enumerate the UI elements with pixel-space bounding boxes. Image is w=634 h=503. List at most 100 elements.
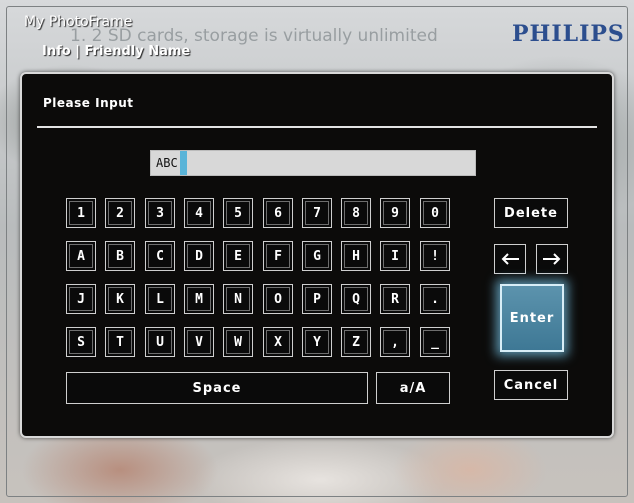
philips-logo: PHILIPS [512, 21, 625, 47]
key-label: B [116, 248, 124, 264]
key-label: , [391, 334, 399, 350]
key-2-8[interactable]: R [380, 284, 410, 314]
key-label: 6 [274, 205, 282, 221]
key-label: W [234, 334, 242, 350]
key-label: U [156, 334, 164, 350]
arrow-left-icon [501, 253, 519, 265]
key-label: C [156, 248, 164, 264]
key-0-7[interactable]: 8 [341, 198, 371, 228]
key-label: 5 [234, 205, 242, 221]
key-label: G [313, 248, 321, 264]
key-label: L [156, 291, 164, 307]
key-1-9[interactable]: ! [420, 241, 450, 271]
key-2-6[interactable]: P [302, 284, 332, 314]
space-key-label: Space [192, 380, 242, 396]
text-cursor [179, 151, 187, 175]
key-1-7[interactable]: H [341, 241, 371, 271]
key-label: R [391, 291, 399, 307]
input-value: ABC [156, 156, 178, 170]
key-label: H [352, 248, 360, 264]
key-label: P [313, 291, 321, 307]
key-0-6[interactable]: 7 [302, 198, 332, 228]
key-0-2[interactable]: 3 [145, 198, 175, 228]
key-label: Y [313, 334, 321, 350]
cancel-button[interactable]: Cancel [494, 370, 568, 400]
key-label: 9 [391, 205, 399, 221]
dialog-title: Please Input [43, 96, 134, 110]
key-0-4[interactable]: 5 [223, 198, 253, 228]
key-label: A [77, 248, 85, 264]
key-2-9[interactable]: . [420, 284, 450, 314]
delete-button[interactable]: Delete [494, 198, 568, 228]
key-3-1[interactable]: T [105, 327, 135, 357]
key-label: Q [352, 291, 360, 307]
key-1-1[interactable]: B [105, 241, 135, 271]
key-label: _ [431, 334, 439, 350]
key-3-5[interactable]: X [263, 327, 293, 357]
breadcrumb: Info | Friendly Name [42, 44, 191, 59]
key-2-0[interactable]: J [66, 284, 96, 314]
key-label: V [195, 334, 203, 350]
key-3-9[interactable]: _ [420, 327, 450, 357]
key-1-6[interactable]: G [302, 241, 332, 271]
key-2-1[interactable]: K [105, 284, 135, 314]
cursor-left-button[interactable] [494, 244, 526, 274]
key-1-2[interactable]: C [145, 241, 175, 271]
key-2-5[interactable]: O [263, 284, 293, 314]
key-label: Z [352, 334, 360, 350]
delete-label: Delete [504, 205, 558, 221]
key-0-3[interactable]: 4 [184, 198, 214, 228]
key-3-0[interactable]: S [66, 327, 96, 357]
enter-label: Enter [509, 310, 555, 326]
key-label: . [431, 291, 439, 307]
key-label: ! [431, 248, 439, 264]
key-label: 8 [352, 205, 360, 221]
key-2-3[interactable]: M [184, 284, 214, 314]
key-label: S [77, 334, 85, 350]
key-label: X [274, 334, 282, 350]
key-0-8[interactable]: 9 [380, 198, 410, 228]
enter-button[interactable]: Enter [500, 284, 564, 352]
key-3-6[interactable]: Y [302, 327, 332, 357]
key-label: N [234, 291, 242, 307]
key-2-4[interactable]: N [223, 284, 253, 314]
key-1-5[interactable]: F [263, 241, 293, 271]
key-0-0[interactable]: 1 [66, 198, 96, 228]
key-1-3[interactable]: D [184, 241, 214, 271]
key-1-0[interactable]: A [66, 241, 96, 271]
dialog-divider [37, 126, 597, 128]
key-label: 7 [313, 205, 321, 221]
case-toggle-label: a/A [399, 380, 427, 396]
key-3-3[interactable]: V [184, 327, 214, 357]
key-label: 4 [195, 205, 203, 221]
key-label: D [195, 248, 203, 264]
key-2-7[interactable]: Q [341, 284, 371, 314]
key-label: E [234, 248, 242, 264]
space-key[interactable]: Space [66, 372, 368, 404]
key-0-1[interactable]: 2 [105, 198, 135, 228]
input-dialog: Please Input ABC 1 2 3 4 5 6 7 8 9 0 A B C D E F G H I! J K L… [20, 72, 614, 438]
key-label: T [116, 334, 124, 350]
key-label: I [391, 248, 399, 264]
key-label: M [195, 291, 203, 307]
key-3-7[interactable]: Z [341, 327, 371, 357]
key-label: J [77, 291, 85, 307]
key-label: 3 [156, 205, 164, 221]
key-2-2[interactable]: L [145, 284, 175, 314]
key-label: K [116, 291, 124, 307]
text-input-field[interactable]: ABC [150, 150, 476, 176]
key-3-8[interactable]: , [380, 327, 410, 357]
key-label: O [274, 291, 282, 307]
key-1-8[interactable]: I [380, 241, 410, 271]
arrow-right-icon [543, 253, 561, 265]
case-toggle-key[interactable]: a/A [376, 372, 450, 404]
key-0-9[interactable]: 0 [420, 198, 450, 228]
key-label: 2 [116, 205, 124, 221]
cancel-label: Cancel [503, 377, 559, 393]
key-3-4[interactable]: W [223, 327, 253, 357]
key-1-4[interactable]: E [223, 241, 253, 271]
app-title: My PhotoFrame [24, 14, 133, 30]
cursor-right-button[interactable] [536, 244, 568, 274]
key-0-5[interactable]: 6 [263, 198, 293, 228]
key-3-2[interactable]: U [145, 327, 175, 357]
